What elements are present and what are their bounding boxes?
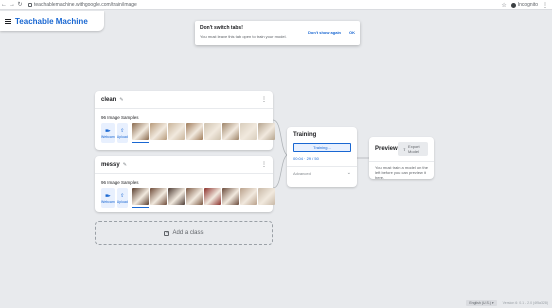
training-progress: 00:04 · 29 / 50 — [293, 156, 319, 161]
training-card: Training Training... 00:04 · 29 / 50 Adv… — [287, 127, 357, 187]
preview-title: Preview — [375, 146, 398, 152]
sample-image — [257, 123, 275, 140]
class-name[interactable]: clean — [101, 97, 116, 103]
export-model-button[interactable]: ⇪ Export Model — [397, 142, 428, 156]
samples-count: 96 Image Samples — [101, 115, 139, 120]
webcam-icon: ■▸ — [105, 192, 111, 199]
upload-icon: ⇧ — [120, 127, 125, 134]
add-icon: + — [164, 230, 170, 236]
sample-image — [203, 188, 221, 205]
connector-lines — [272, 119, 369, 189]
chevron-down-icon: ⌄ — [346, 170, 351, 176]
upload-label: Upload — [116, 134, 128, 139]
export-label: Export Model — [408, 144, 420, 154]
class-name[interactable]: messy — [101, 162, 120, 168]
sample-image — [167, 123, 185, 140]
sample-thumbnail[interactable] — [167, 123, 185, 140]
sample-image — [149, 123, 167, 140]
sample-thumbnail[interactable] — [221, 188, 239, 205]
sample-thumbnail[interactable] — [131, 188, 149, 208]
webcam-icon: ■▸ — [105, 127, 111, 134]
add-class-label: Add a class — [172, 230, 204, 236]
sample-image — [185, 188, 203, 205]
sample-image — [149, 188, 167, 205]
edit-pencil-icon[interactable]: ✎ — [123, 162, 127, 168]
sample-image — [203, 123, 221, 140]
sample-thumbnail[interactable] — [239, 188, 257, 205]
class-options-icon[interactable]: ⋮ — [261, 96, 267, 103]
sample-image — [185, 123, 203, 140]
add-class-button[interactable]: + Add a class — [95, 221, 273, 245]
thumbnail-strip[interactable] — [131, 188, 275, 208]
thumbnail-selected-indicator — [131, 207, 149, 208]
samples-count: 96 Image Samples — [101, 180, 139, 185]
training-title: Training — [293, 132, 317, 138]
sample-thumbnail[interactable] — [257, 123, 275, 140]
webcam-button[interactable]: ■▸ Webcam — [101, 123, 115, 143]
upload-label: Upload — [116, 199, 128, 204]
webcam-label: Webcam — [101, 199, 115, 204]
sample-image — [131, 188, 149, 205]
version-text: Version 6: 0.1 - 2.0 (4f5a328) — [502, 301, 548, 305]
sample-image — [239, 123, 257, 140]
advanced-label: Advanced — [293, 170, 311, 176]
sample-thumbnail[interactable] — [239, 123, 257, 140]
sample-thumbnail[interactable] — [221, 123, 239, 140]
preview-card: Preview ⇪ Export Model You must train a … — [369, 137, 434, 180]
upload-icon: ⇧ — [120, 192, 125, 199]
upload-button[interactable]: ⇧ Upload — [116, 188, 128, 208]
language-select[interactable]: English (U.S.) ▾ — [466, 300, 497, 306]
sample-image — [131, 123, 149, 140]
sample-thumbnail[interactable] — [185, 123, 203, 140]
sample-thumbnail[interactable] — [203, 188, 221, 205]
preview-message: You must train a model on the left befor… — [375, 165, 428, 180]
train-model-button[interactable]: Training... — [293, 143, 351, 152]
sample-thumbnail[interactable] — [257, 188, 275, 205]
thumbnail-selected-indicator — [131, 142, 149, 143]
sample-thumbnail[interactable] — [131, 123, 149, 143]
class-card-messy: messy ✎ ⋮ 96 Image Samples ■▸ Webcam ⇧ U… — [95, 156, 275, 212]
sample-thumbnail[interactable] — [203, 123, 221, 140]
webcam-button[interactable]: ■▸ Webcam — [101, 188, 115, 208]
sample-image — [257, 188, 275, 205]
sample-thumbnail[interactable] — [167, 188, 185, 205]
sample-thumbnail[interactable] — [149, 188, 167, 205]
advanced-toggle[interactable]: Advanced ⌄ — [287, 167, 357, 179]
sample-image — [221, 188, 239, 205]
sample-thumbnail[interactable] — [149, 123, 167, 140]
footer: English (U.S.) ▾ Version 6: 0.1 - 2.0 (4… — [466, 300, 548, 306]
sample-image — [239, 188, 257, 205]
thumbnail-strip[interactable] — [131, 123, 275, 143]
class-card-clean: clean ✎ ⋮ 96 Image Samples ■▸ Webcam ⇧ U… — [95, 91, 275, 150]
sample-image — [221, 123, 239, 140]
webcam-label: Webcam — [101, 134, 115, 139]
sample-thumbnail[interactable] — [185, 188, 203, 205]
export-icon: ⇪ — [402, 146, 407, 152]
class-options-icon[interactable]: ⋮ — [261, 161, 267, 168]
sample-image — [167, 188, 185, 205]
edit-pencil-icon[interactable]: ✎ — [119, 97, 123, 103]
upload-button[interactable]: ⇧ Upload — [116, 123, 128, 143]
